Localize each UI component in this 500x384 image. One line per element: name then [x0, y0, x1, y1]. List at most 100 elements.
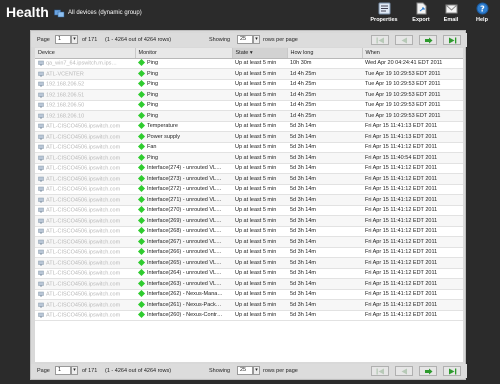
table-row[interactable]: ATL-CISCO4506.ipswitch.com Interface(272)… [35, 184, 463, 195]
monitor-cell[interactable]: Interface(268) - unrouted VL… [135, 226, 232, 237]
rows-per-page-select-bottom[interactable]: 25 [237, 366, 253, 375]
device-cell[interactable]: ATL-CISCO4506.ipswitch.com [35, 205, 135, 216]
help-button[interactable]: ? Help [468, 2, 496, 28]
table-row[interactable]: ATL-CISCO4506.ipswitch.com Temperature Up … [35, 121, 463, 132]
device-cell[interactable]: ATL-CISCO4506.ipswitch.com [35, 163, 135, 174]
device-cell[interactable]: ATL-CISCO4506.ipswitch.com [35, 194, 135, 206]
group-label[interactable]: All devices (dynamic group) [68, 10, 142, 16]
table-row[interactable]: ATL-CISCO4506.ipswitch.com Ping Up at leas… [35, 152, 463, 164]
column-header-state[interactable]: State ▾ [232, 48, 288, 59]
monitor-cell[interactable]: Interface(267) - unrouted VL… [135, 236, 232, 248]
device-cell[interactable]: ATL-CISCO4506.ipswitch.com [35, 278, 135, 290]
table-row[interactable]: ATL-CISCO4506.ipswitch.com Interface(261)… [35, 299, 463, 311]
device-cell[interactable]: ATL-CISCO4506.ipswitch.com [35, 236, 135, 248]
table-row[interactable]: ATL-CISCO4506.ipswitch.com Interface(260)… [35, 310, 463, 321]
email-button[interactable]: Email [437, 2, 465, 28]
device-cell[interactable]: ATL-CISCO4506.ipswitch.com [35, 257, 135, 269]
device-cell[interactable]: ATL-VCENTER [35, 68, 135, 80]
table-row[interactable]: ATL-CISCO4506.ipswitch.com Interface(268)… [35, 226, 463, 237]
table-row[interactable]: ATL-CISCO4506.ipswitch.com Interface(264)… [35, 268, 463, 279]
device-cell[interactable]: ATL-CISCO4506.ipswitch.com [35, 173, 135, 185]
rows-dropdown-arrow-bottom[interactable]: ▾ [253, 366, 260, 375]
table-row[interactable]: ATL-CISCO4506.ipswitch.com Power supply Up… [35, 131, 463, 143]
table-row[interactable]: ATL-CISCO4506.ipswitch.com Interface(263)… [35, 278, 463, 290]
device-cell[interactable]: ATL-CISCO4506.ipswitch.com [35, 121, 135, 132]
first-page-button-bottom[interactable] [371, 366, 389, 376]
page-dropdown-arrow[interactable]: ▾ [71, 35, 78, 44]
device-cell[interactable]: 192.168.206.50 [35, 100, 135, 111]
monitor-cell[interactable]: Interface(262) - Nexus-Mana… [135, 289, 232, 300]
table-row[interactable]: 192.168.206.10 Ping Up at least 5 min 1d 4h… [35, 110, 463, 122]
last-page-button-bottom[interactable] [443, 366, 461, 376]
monitor-cell[interactable]: Interface(261) - Nexus-Pack… [135, 299, 232, 311]
monitor-cell[interactable]: Interface(260) - Nexus-Contr… [135, 310, 232, 321]
column-header-device[interactable]: Device [35, 48, 136, 59]
monitor-cell[interactable]: Interface(263) - unrouted VL… [135, 278, 232, 290]
monitor-cell[interactable]: Fan [135, 142, 232, 153]
table-row[interactable]: ATL-CISCO4506.ipswitch.com Interface(269)… [35, 215, 463, 227]
device-cell[interactable]: ATL-CISCO4506.ipswitch.com [35, 142, 135, 153]
page-number-select-bottom[interactable]: 1 [55, 366, 71, 375]
device-cell[interactable]: ATL-CISCO4506.ipswitch.com [35, 247, 135, 258]
monitor-cell[interactable]: Ping [135, 89, 232, 101]
page-dropdown-arrow-bottom[interactable]: ▾ [71, 366, 78, 375]
first-page-button[interactable] [371, 35, 389, 45]
device-cell[interactable]: ATL-CISCO4506.ipswitch.com [35, 299, 135, 311]
rows-per-page-select[interactable]: 25 [237, 35, 253, 44]
properties-button[interactable]: Properties [370, 2, 398, 28]
device-cell[interactable]: 192.168.206.51 [35, 89, 135, 101]
prev-page-button[interactable] [395, 35, 413, 45]
monitor-cell[interactable]: Interface(266) - unrouted VL… [135, 247, 232, 258]
table-row[interactable]: ATL-CISCO4506.ipswitch.com Interface(274)… [35, 163, 463, 174]
table-row[interactable]: ATL-VCENTER Ping Up at least 5 min 1d 4h 25… [35, 68, 463, 80]
device-cell[interactable]: ATL-CISCO4506.ipswitch.com [35, 289, 135, 300]
device-cell[interactable]: ATL-CISCO4506.ipswitch.com [35, 226, 135, 237]
table-row[interactable]: ATL-CISCO4506.ipswitch.com Interface(266)… [35, 247, 463, 258]
monitor-cell[interactable]: Ping [135, 110, 232, 122]
table-row[interactable]: ATL-CISCO4506.ipswitch.com Interface(267)… [35, 236, 463, 248]
next-page-button[interactable] [419, 35, 437, 45]
device-cell[interactable]: 192.168.206.52 [35, 79, 135, 90]
device-cell[interactable]: ATL-CISCO4506.ipswitch.com [35, 184, 135, 195]
device-cell[interactable]: ATL-CISCO4506.ipswitch.com [35, 131, 135, 143]
monitor-cell[interactable]: Interface(272) - unrouted VL… [135, 184, 232, 195]
monitor-cell[interactable]: Ping [135, 152, 232, 164]
table-row[interactable]: ATL-CISCO4506.ipswitch.com Interface(265)… [35, 257, 463, 269]
column-header-when[interactable]: When [362, 48, 463, 59]
device-cell[interactable]: ATL-CISCO4506.ipswitch.com [35, 310, 135, 321]
table-row[interactable]: 192.168.206.52 Ping Up at least 5 min 1d 4h… [35, 79, 463, 90]
monitor-cell[interactable]: Ping [135, 58, 232, 69]
monitor-cell[interactable]: Power supply [135, 131, 232, 143]
table-row[interactable]: ATL-CISCO4506.ipswitch.com Interface(262)… [35, 289, 463, 300]
monitor-cell[interactable]: Interface(265) - unrouted VL… [135, 257, 232, 269]
table-row[interactable]: qa_win7_64.ipswitch.m.ips… Ping Up at leas… [35, 58, 463, 69]
table-row[interactable]: 192.168.206.51 Ping Up at least 5 min 1d 4h… [35, 89, 463, 101]
monitor-cell[interactable]: Interface(269) - unrouted VL… [135, 215, 232, 227]
monitor-cell[interactable]: Ping [135, 68, 232, 80]
table-row[interactable]: ATL-CISCO4506.ipswitch.com Interface(273)… [35, 173, 463, 185]
page-number-select[interactable]: 1 [55, 35, 71, 44]
table-row[interactable]: ATL-CISCO4506.ipswitch.com Interface(270)… [35, 205, 463, 216]
column-header-how-long[interactable]: How long [287, 48, 363, 59]
prev-page-button-bottom[interactable] [395, 366, 413, 376]
monitor-cell[interactable]: Interface(264) - unrouted VL… [135, 268, 232, 279]
monitor-cell[interactable]: Interface(270) - unrouted VL… [135, 205, 232, 216]
monitor-cell[interactable]: Temperature [135, 121, 232, 132]
monitor-cell[interactable]: Ping [135, 79, 232, 90]
table-row[interactable]: ATL-CISCO4506.ipswitch.com Fan Up at least… [35, 142, 463, 153]
monitor-cell[interactable]: Interface(273) - unrouted VL… [135, 173, 232, 185]
monitor-cell[interactable]: Ping [135, 100, 232, 111]
next-page-button-bottom[interactable] [419, 366, 437, 376]
rows-dropdown-arrow[interactable]: ▾ [253, 35, 260, 44]
device-cell[interactable]: qa_win7_64.ipswitch.m.ips… [35, 58, 135, 69]
device-cell[interactable]: 192.168.206.10 [35, 110, 135, 122]
monitor-cell[interactable]: Interface(274) - unrouted VL… [135, 163, 232, 174]
monitor-cell[interactable]: Interface(271) - unrouted VL… [135, 194, 232, 206]
export-button[interactable]: Export [407, 2, 435, 28]
device-cell[interactable]: ATL-CISCO4506.ipswitch.com [35, 268, 135, 279]
device-cell[interactable]: ATL-CISCO4506.ipswitch.com [35, 152, 135, 164]
column-header-monitor[interactable]: Monitor [135, 48, 233, 59]
table-row[interactable]: 192.168.206.50 Ping Up at least 5 min 1d 4h… [35, 100, 463, 111]
table-row[interactable]: ATL-CISCO4506.ipswitch.com Interface(271)… [35, 194, 463, 206]
device-cell[interactable]: ATL-CISCO4506.ipswitch.com [35, 215, 135, 227]
